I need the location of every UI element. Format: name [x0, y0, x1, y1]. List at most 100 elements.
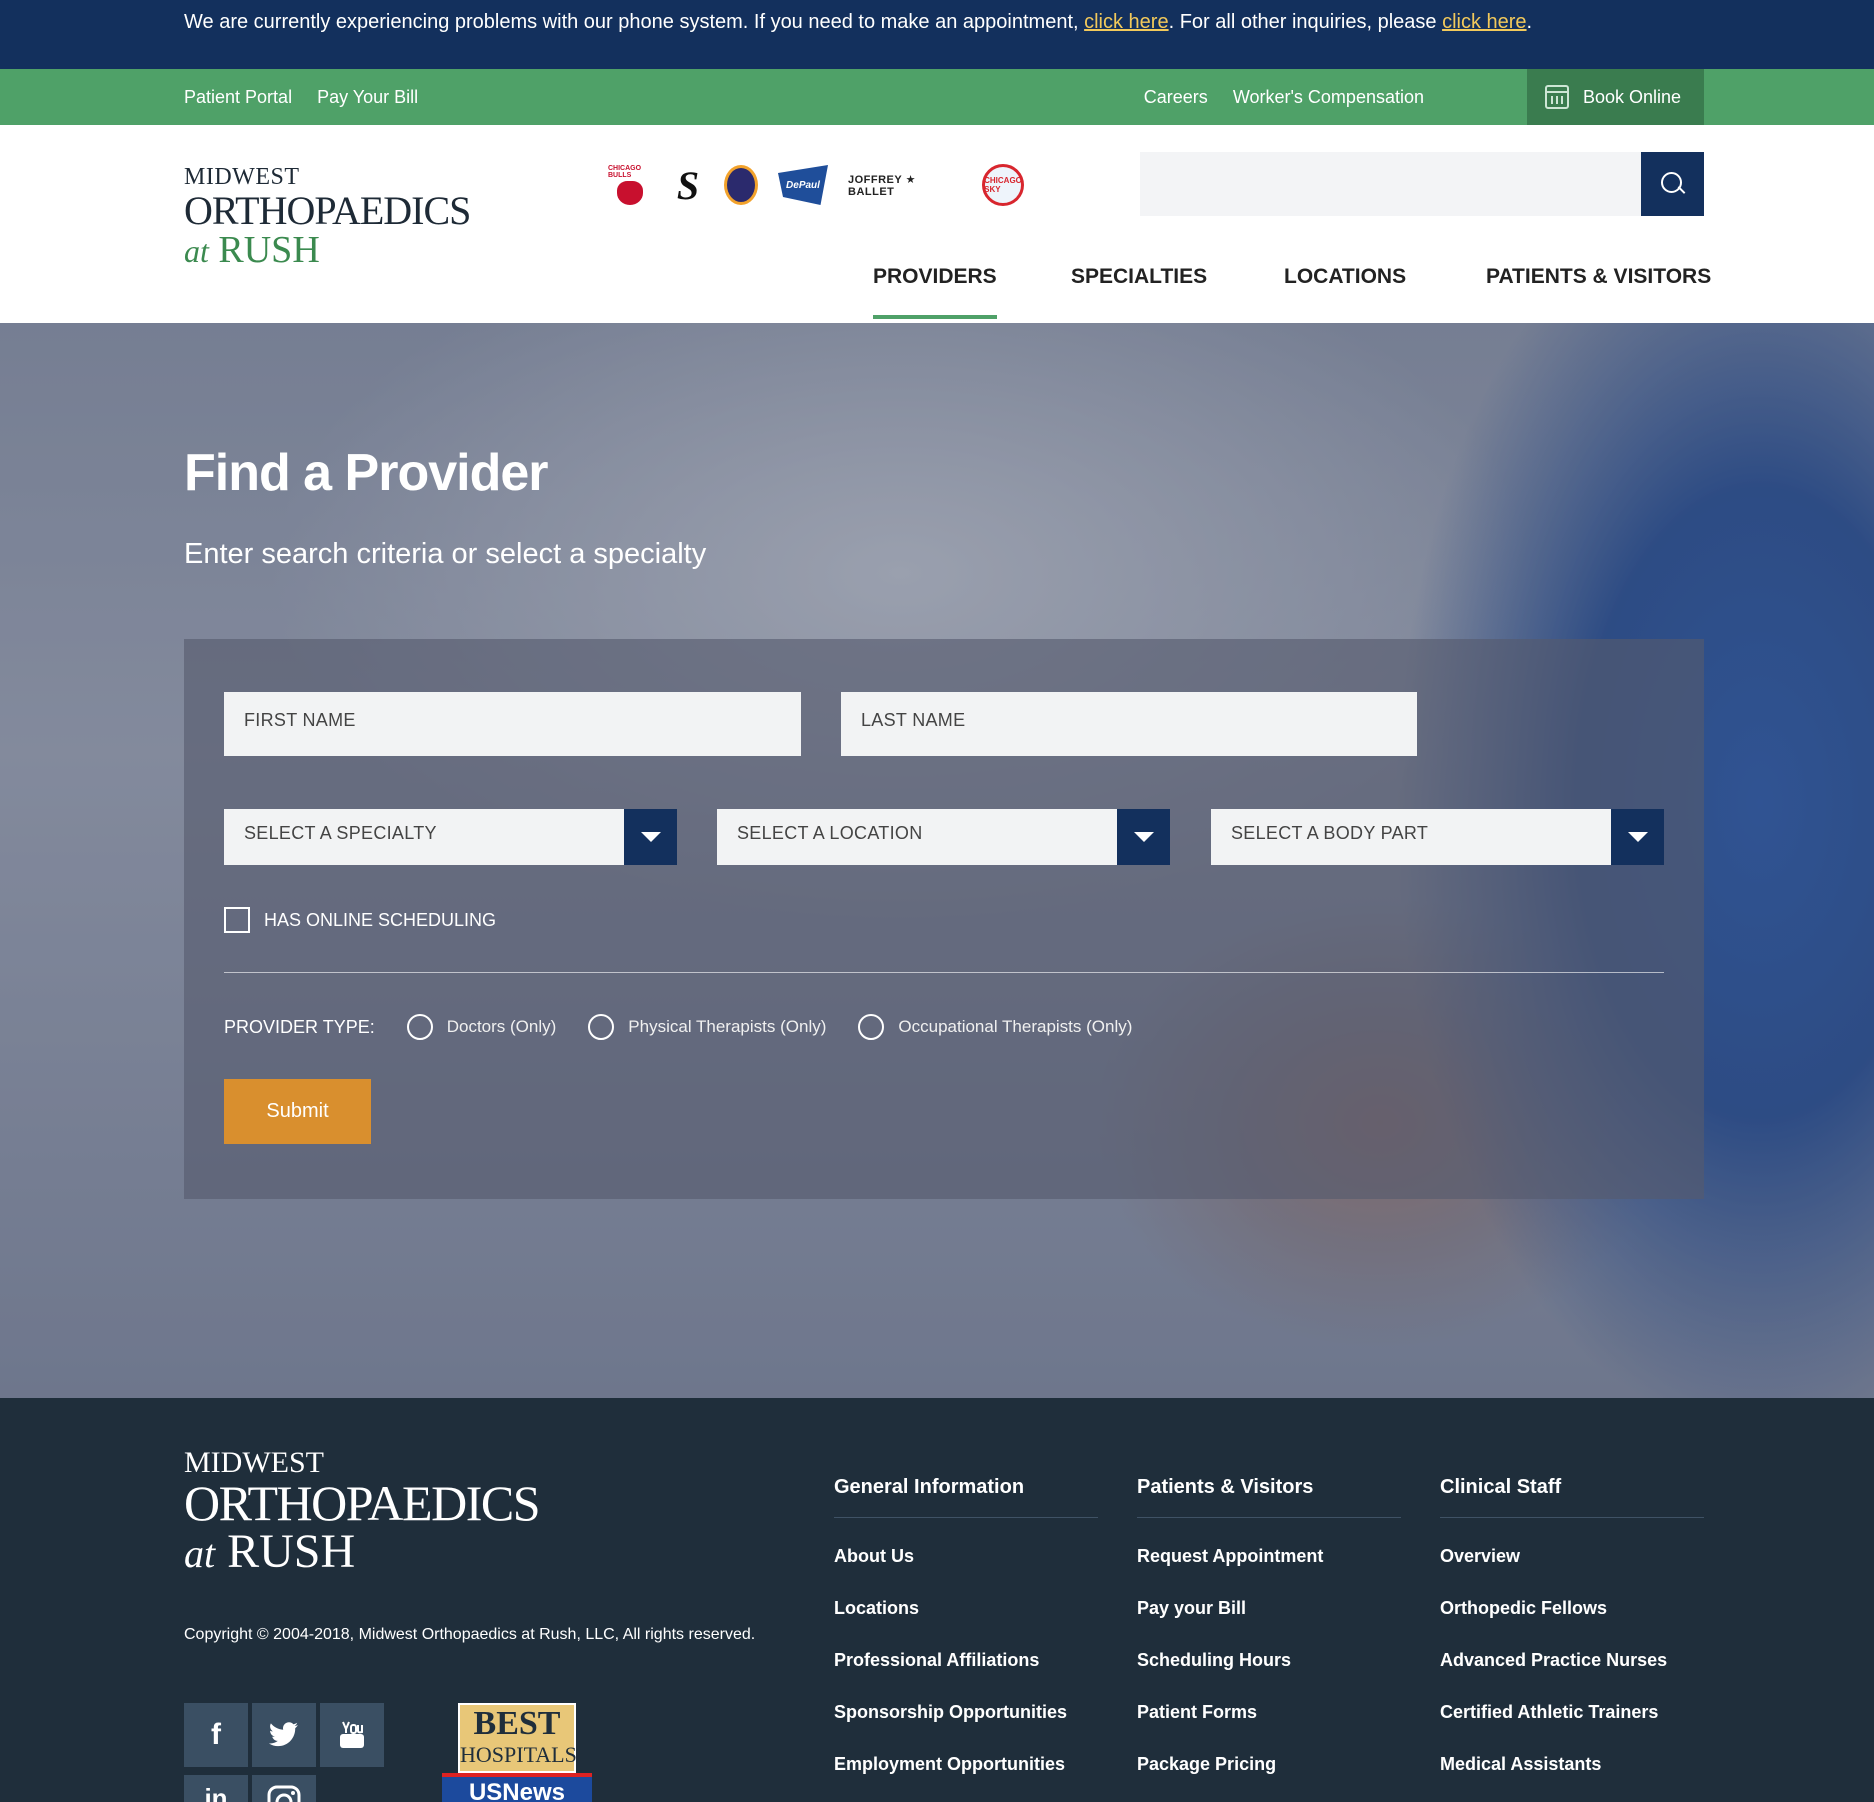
radio-physical-therapists-label: Physical Therapists (Only): [628, 1017, 827, 1036]
footer-logo-line-3: at RUSH: [184, 1528, 539, 1576]
radio-button[interactable]: [588, 1014, 615, 1040]
specialty-select[interactable]: SELECT A SPECIALTY: [224, 809, 677, 865]
online-scheduling-label: HAS ONLINE SCHEDULING: [264, 909, 497, 930]
radio-button[interactable]: [858, 1014, 885, 1040]
chevron-down-icon: [640, 832, 661, 842]
provider-type-label: PROVIDER TYPE:: [224, 1016, 375, 1037]
footer-column-clinical-staff: Clinical Staff Overview Orthopedic Fello…: [1440, 1476, 1704, 1802]
logo-line-1: MIDWEST: [184, 164, 300, 190]
footer-link-scheduling-hours[interactable]: Scheduling Hours: [1137, 1650, 1401, 1702]
footer-link-sponsorship[interactable]: Sponsorship Opportunities: [834, 1702, 1098, 1754]
partner-logos: CHICAGO BULLS S DePaul JOFFREY ★ BALLET …: [608, 160, 1024, 210]
footer-logo-line-2: ORTHOPAEDICS: [184, 1475, 541, 1531]
inquiries-link[interactable]: click here: [1442, 11, 1526, 33]
facebook-glyph: f: [211, 1718, 221, 1751]
radio-occupational-therapists-label: Occupational Therapists (Only): [898, 1017, 1133, 1036]
depaul-text: DePaul: [786, 179, 820, 191]
first-name-field[interactable]: FIRST NAME: [224, 692, 801, 756]
logo-line-3: at RUSH: [184, 231, 470, 269]
radio-physical-therapists[interactable]: Physical Therapists (Only): [588, 1014, 826, 1040]
sox-text: S: [676, 162, 700, 208]
copyright-text: Copyright © 2004-2018, Midwest Orthopaed…: [184, 1626, 756, 1643]
careers-link[interactable]: Careers: [1144, 87, 1208, 107]
calendar-icon: [1545, 85, 1569, 109]
footer-logo-at: at: [184, 1531, 216, 1576]
footer-link-athletic-trainers[interactable]: Certified Athletic Trainers: [1440, 1702, 1704, 1754]
body-part-select-label: SELECT A BODY PART: [1231, 823, 1429, 843]
footer-link-medical-assistants[interactable]: Medical Assistants: [1440, 1754, 1704, 1802]
site-search-button[interactable]: [1641, 152, 1704, 216]
radio-occupational-therapists[interactable]: Occupational Therapists (Only): [858, 1014, 1132, 1040]
facebook-icon[interactable]: f: [184, 1703, 248, 1767]
body-part-dropdown-button[interactable]: [1611, 809, 1664, 865]
logo-at: at: [184, 233, 209, 269]
footer-column-title: Patients & Visitors: [1137, 1476, 1401, 1518]
online-scheduling-option[interactable]: HAS ONLINE SCHEDULING: [224, 907, 496, 933]
chevron-down-icon: [1627, 832, 1648, 842]
youtube-icon[interactable]: [320, 1703, 384, 1767]
alert-text-1: We are currently experiencing problems w…: [184, 11, 1085, 33]
footer-link-package-pricing[interactable]: Package Pricing: [1137, 1754, 1401, 1802]
depaul-logo[interactable]: DePaul: [778, 165, 828, 205]
radio-doctors-label: Doctors (Only): [446, 1017, 557, 1036]
footer-link-about-us[interactable]: About Us: [834, 1546, 1098, 1598]
footer-column-title: General Information: [834, 1476, 1098, 1518]
site-logo[interactable]: MIDWEST ORTHOPAEDICS at RUSH: [184, 164, 471, 269]
white-sox-logo[interactable]: S: [672, 162, 704, 208]
chicago-fire-logo[interactable]: [724, 165, 758, 205]
footer-link-overview[interactable]: Overview: [1440, 1546, 1704, 1598]
linkedin-icon[interactable]: in: [184, 1775, 248, 1802]
joffrey-text: JOFFREY ★ BALLET: [848, 173, 916, 198]
alert-text-2: . For all other inquiries, please: [1168, 11, 1443, 33]
footer-link-employment[interactable]: Employment Opportunities: [834, 1754, 1098, 1802]
book-online-button[interactable]: Book Online: [1527, 69, 1704, 125]
chicago-bulls-logo[interactable]: CHICAGO BULLS: [608, 165, 652, 205]
appointment-link[interactable]: click here: [1084, 11, 1168, 33]
youtube-glyph: [340, 1721, 364, 1748]
specialty-dropdown-button[interactable]: [624, 809, 677, 865]
us-news-best-hospitals-badge[interactable]: BEST HOSPITALS USNews: [442, 1703, 592, 1802]
footer-logo-line-1: MIDWEST: [184, 1446, 324, 1479]
form-divider: [224, 972, 1664, 973]
specialty-select-label: SELECT A SPECIALTY: [244, 823, 437, 843]
utility-bar: Patient Portal Pay Your Bill Careers Wor…: [0, 69, 1874, 125]
bulls-text: CHICAGO BULLS: [608, 165, 642, 179]
instagram-icon[interactable]: [252, 1775, 316, 1802]
footer-link-request-appointment[interactable]: Request Appointment: [1137, 1546, 1401, 1598]
twitter-bird-glyph: [269, 1722, 298, 1747]
submit-button[interactable]: Submit: [224, 1079, 371, 1144]
footer-link-professional-affiliations[interactable]: Professional Affiliations: [834, 1650, 1098, 1702]
badge-hospitals: HOSPITALS: [460, 1742, 577, 1767]
footer-link-pay-bill[interactable]: Pay your Bill: [1137, 1598, 1401, 1650]
pay-bill-link[interactable]: Pay Your Bill: [317, 87, 418, 107]
footer-column-general-information: General Information About Us Locations P…: [834, 1476, 1098, 1802]
chevron-down-icon: [1133, 832, 1154, 842]
footer-link-locations[interactable]: Locations: [834, 1598, 1098, 1650]
online-scheduling-checkbox[interactable]: [224, 907, 250, 933]
footer-link-orthopedic-fellows[interactable]: Orthopedic Fellows: [1440, 1598, 1704, 1650]
nav-locations[interactable]: LOCATIONS: [1284, 263, 1406, 323]
nav-specialties[interactable]: SPECIALTIES: [1071, 263, 1207, 323]
joffrey-ballet-logo[interactable]: JOFFREY ★ BALLET: [848, 165, 962, 205]
footer-link-patient-forms[interactable]: Patient Forms: [1137, 1702, 1401, 1754]
chicago-sky-logo[interactable]: CHICAGO SKY: [982, 164, 1024, 206]
location-dropdown-button[interactable]: [1117, 809, 1170, 865]
book-online-label: Book Online: [1583, 86, 1682, 107]
patient-portal-link[interactable]: Patient Portal: [184, 87, 292, 107]
nav-patients-visitors[interactable]: PATIENTS & VISITORS: [1486, 263, 1711, 323]
location-select[interactable]: SELECT A LOCATION: [717, 809, 1170, 865]
workers-comp-link[interactable]: Worker's Compensation: [1233, 87, 1424, 107]
search-icon: [1660, 172, 1685, 196]
nav-providers[interactable]: PROVIDERS: [873, 263, 997, 323]
hero-section: Find a Provider Enter search criteria or…: [0, 323, 1874, 1398]
footer-link-advanced-practice-nurses[interactable]: Advanced Practice Nurses: [1440, 1650, 1704, 1702]
footer-column-patients-visitors: Patients & Visitors Request Appointment …: [1137, 1476, 1401, 1802]
radio-doctors[interactable]: Doctors (Only): [406, 1014, 557, 1040]
last-name-field[interactable]: LAST NAME: [841, 692, 1417, 756]
body-part-select[interactable]: SELECT A BODY PART: [1211, 809, 1664, 865]
logo-line-2: ORTHOPAEDICS: [184, 188, 471, 233]
footer-logo[interactable]: MIDWEST ORTHOPAEDICS at RUSH: [184, 1446, 541, 1576]
twitter-icon[interactable]: [252, 1703, 316, 1767]
site-search-input[interactable]: [1140, 152, 1641, 216]
radio-button[interactable]: [406, 1014, 433, 1040]
